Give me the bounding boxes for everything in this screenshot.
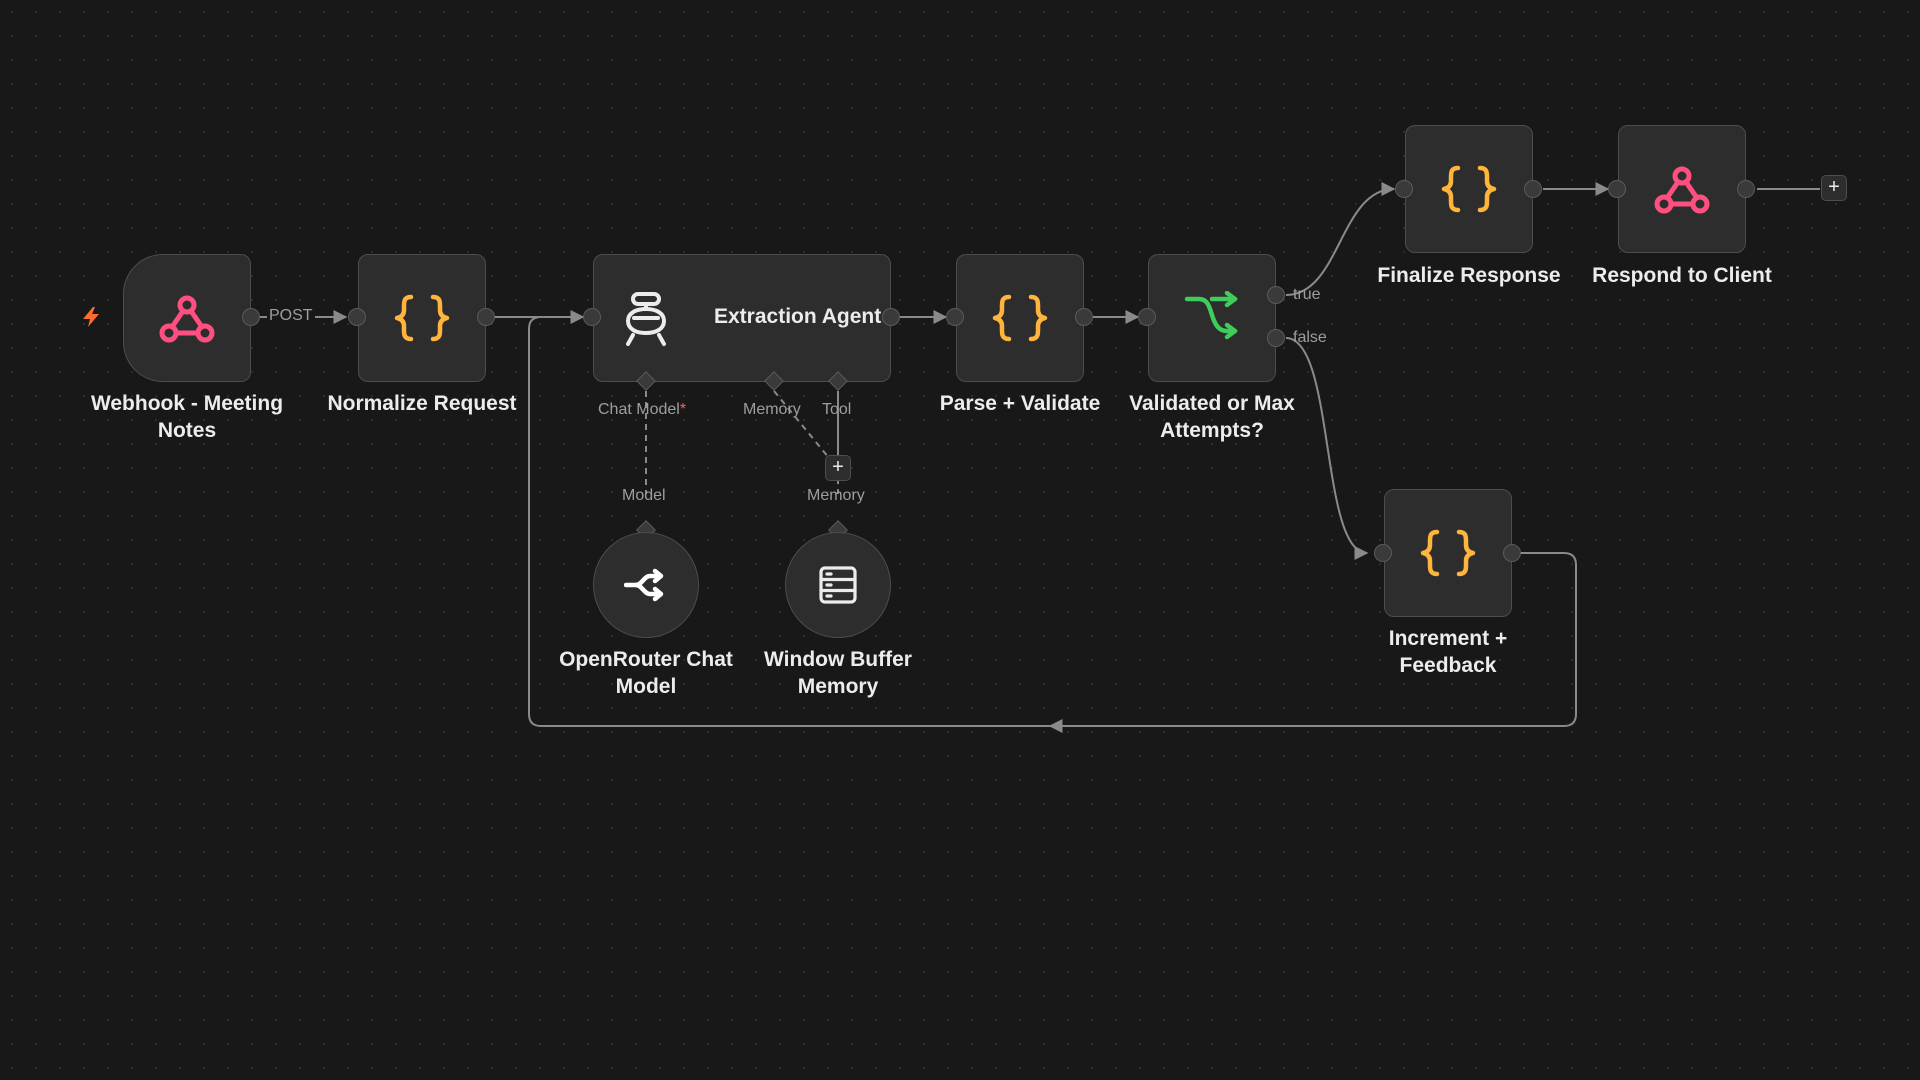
agent-node-label: Extraction Agent — [714, 305, 882, 328]
database-stack-icon — [819, 566, 857, 604]
if-node-label: Validated or Max Attempts? — [1129, 392, 1295, 442]
add-tool-button[interactable]: + — [825, 455, 851, 481]
branch-arrows-icon — [1183, 291, 1241, 345]
respond-input-port[interactable] — [1608, 180, 1626, 198]
curly-braces-icon — [1418, 528, 1478, 578]
node-openrouter-chat-model[interactable] — [593, 532, 699, 638]
respond-node-label: Respond to Client — [1592, 264, 1772, 287]
increment-node-label: Increment + Feedback — [1388, 627, 1508, 677]
required-mark: * — [679, 401, 687, 418]
parse-node-label: Parse + Validate — [939, 392, 1101, 415]
respond-output-port[interactable] — [1737, 180, 1755, 198]
memory-slot-label: Memory — [743, 401, 801, 418]
normalize-input-port[interactable] — [348, 308, 366, 326]
post-edge-label: POST — [267, 306, 315, 326]
finalize-output-port[interactable] — [1524, 180, 1542, 198]
webhook-output-port[interactable] — [242, 308, 260, 326]
false-branch-label: false — [1293, 329, 1327, 346]
tool-slot-label: Tool — [822, 401, 852, 418]
node-respond-to-client[interactable] — [1618, 125, 1746, 253]
memory-node-label: Window Buffer Memory — [764, 648, 912, 698]
parse-input-port[interactable] — [946, 308, 964, 326]
curly-braces-icon — [1439, 164, 1499, 214]
node-finalize-response[interactable] — [1405, 125, 1533, 253]
finalize-node-label: Finalize Response — [1377, 264, 1561, 287]
increment-output-port[interactable] — [1503, 544, 1521, 562]
webhook-icon — [1653, 162, 1711, 216]
node-window-buffer-memory[interactable] — [785, 532, 891, 638]
node-validated-or-max-attempts[interactable] — [1148, 254, 1276, 382]
node-increment-feedback[interactable] — [1384, 489, 1512, 617]
parse-output-port[interactable] — [1075, 308, 1093, 326]
curly-braces-icon — [392, 293, 452, 343]
if-true-port[interactable] — [1267, 286, 1285, 304]
normalize-output-port[interactable] — [477, 308, 495, 326]
edge-false-increment — [1285, 337, 1369, 560]
robot-icon — [618, 291, 674, 352]
finalize-input-port[interactable] — [1395, 180, 1413, 198]
workflow-canvas[interactable]: Webhook - Meeting Notes Normalize Reques… — [0, 0, 1920, 1080]
curly-braces-icon — [990, 293, 1050, 343]
node-webhook-meeting-notes[interactable] — [123, 254, 251, 382]
memory-node-slot-label: Memory — [807, 487, 865, 504]
openrouter-icon — [624, 567, 668, 603]
normalize-node-label: Normalize Request — [327, 392, 517, 415]
agent-output-port[interactable] — [882, 308, 900, 326]
increment-input-port[interactable] — [1374, 544, 1392, 562]
openrouter-node-label: OpenRouter Chat Model — [559, 648, 733, 698]
chat-model-slot-label: Chat Model* — [598, 401, 687, 418]
if-false-port[interactable] — [1267, 329, 1285, 347]
node-parse-validate[interactable] — [956, 254, 1084, 382]
openrouter-slot-label: Model — [622, 487, 666, 504]
add-node-button[interactable]: + — [1821, 175, 1847, 201]
agent-input-port[interactable] — [583, 308, 601, 326]
lightning-bolt-icon — [79, 305, 103, 334]
if-input-port[interactable] — [1138, 308, 1156, 326]
webhook-icon — [158, 291, 216, 345]
true-branch-label: true — [1293, 286, 1321, 303]
webhook-node-label: Webhook - Meeting Notes — [90, 392, 284, 442]
node-normalize-request[interactable] — [358, 254, 486, 382]
